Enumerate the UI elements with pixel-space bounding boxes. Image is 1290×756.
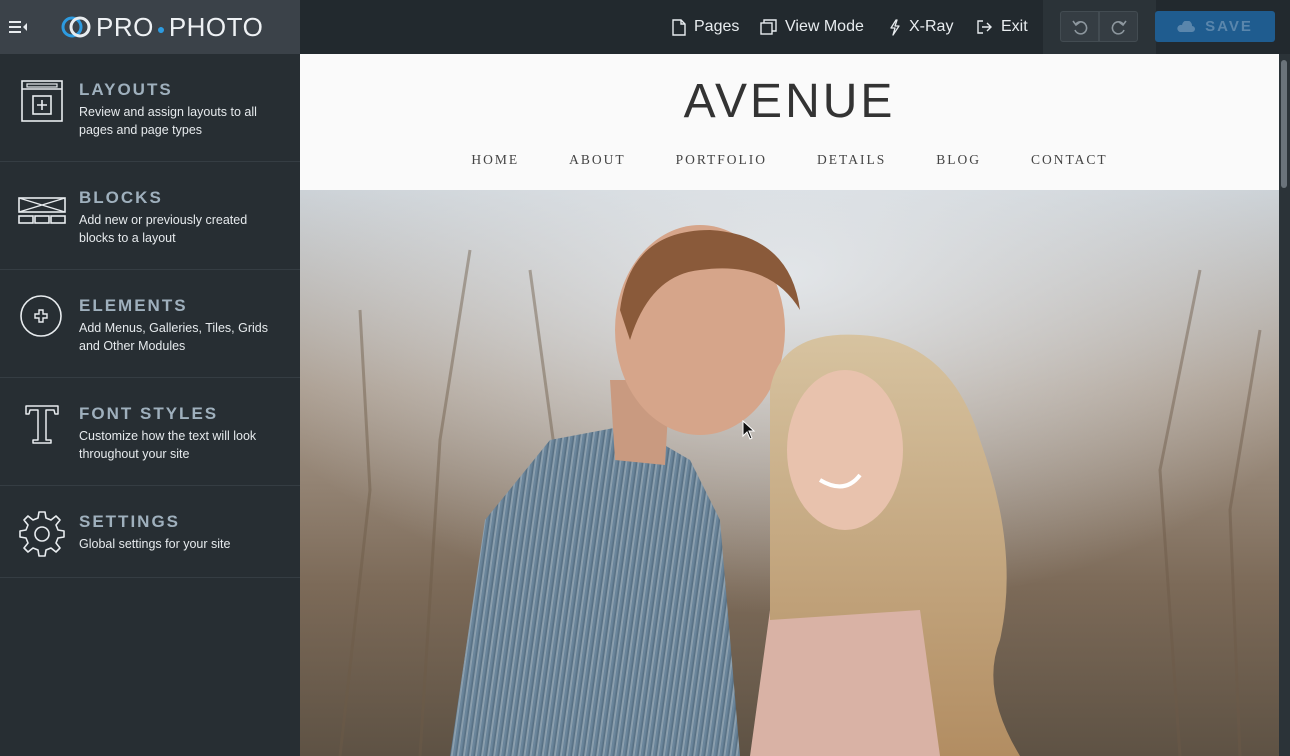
- plus-circle-icon: [20, 295, 62, 337]
- menu-toggle-icon[interactable]: [8, 17, 28, 37]
- redo-icon: [1111, 20, 1127, 35]
- logo-dot-icon: ●: [156, 20, 166, 37]
- serif-t-icon: [25, 405, 59, 444]
- undo-button[interactable]: [1060, 11, 1099, 42]
- blocks-icon: [18, 197, 66, 224]
- pages-button[interactable]: Pages: [672, 0, 739, 54]
- hero-image: [300, 190, 1279, 756]
- site-nav-portfolio[interactable]: PORTFOLIO: [676, 152, 767, 168]
- site-nav-blog[interactable]: BLOG: [936, 152, 981, 168]
- gear-icon: [19, 511, 65, 557]
- save-label: SAVE: [1205, 18, 1253, 35]
- save-button[interactable]: SAVE: [1155, 11, 1275, 42]
- sidebar-item-title: ELEMENTS: [79, 296, 188, 315]
- site-preview[interactable]: AVENUE HOME ABOUT PORTFOLIO DETAILS BLOG…: [300, 54, 1279, 756]
- sidebar: LAYOUTS Review and assign layouts to all…: [0, 54, 300, 756]
- sidebar-item-blocks[interactable]: BLOCKS Add new or previously created blo…: [0, 162, 300, 270]
- site-nav-home[interactable]: HOME: [471, 152, 519, 168]
- scroll-thumb[interactable]: [1281, 60, 1287, 188]
- exit-label: Exit: [1001, 18, 1028, 35]
- cloud-save-icon: [1177, 20, 1196, 32]
- view-mode-label: View Mode: [785, 18, 864, 35]
- site-title: AVENUE: [683, 75, 896, 128]
- history-controls: [1043, 0, 1156, 54]
- view-mode-button[interactable]: View Mode: [760, 0, 864, 54]
- preview-scrollbar[interactable]: [1279, 54, 1290, 756]
- sidebar-item-layouts[interactable]: LAYOUTS Review and assign layouts to all…: [0, 54, 300, 162]
- sidebar-item-title: BLOCKS: [79, 188, 163, 207]
- xray-label: X-Ray: [909, 18, 954, 35]
- prophoto-logo: PRO ● PHOTO: [60, 12, 263, 42]
- mouse-cursor-icon: [742, 420, 756, 440]
- undo-icon: [1071, 20, 1087, 35]
- site-nav-about[interactable]: ABOUT: [569, 152, 626, 168]
- page-icon: [672, 18, 686, 36]
- sidebar-item-title: LAYOUTS: [79, 80, 173, 99]
- sidebar-item-settings[interactable]: SETTINGS Global settings for your site: [0, 486, 300, 578]
- sidebar-item-elements[interactable]: ELEMENTS Add Menus, Galleries, Tiles, Gr…: [0, 270, 300, 378]
- sidebar-item-title: FONT STYLES: [79, 404, 219, 423]
- logo-mark-icon: [61, 16, 91, 38]
- pages-label: Pages: [694, 18, 740, 35]
- sidebar-item-description: Add new or previously created blocks to …: [79, 213, 248, 245]
- sidebar-item-description: Global settings for your site: [79, 537, 231, 551]
- logo-text-left: PRO: [96, 11, 154, 42]
- windows-icon: [760, 19, 777, 35]
- site-nav-contact[interactable]: CONTACT: [1031, 152, 1108, 168]
- exit-button[interactable]: Exit: [976, 0, 1028, 54]
- top-bar: PRO ● PHOTO Pages View Mode X-Ray Exit S…: [0, 0, 1290, 54]
- exit-icon: [977, 20, 992, 34]
- xray-button[interactable]: X-Ray: [889, 0, 953, 54]
- sidebar-item-title: SETTINGS: [79, 512, 181, 531]
- sidebar-item-font-styles[interactable]: FONT STYLES Customize how the text will …: [0, 378, 300, 486]
- sidebar-item-description: Review and assign layouts to all pages a…: [79, 105, 257, 137]
- brand-panel: PRO ● PHOTO: [0, 0, 300, 54]
- lightning-icon: [890, 18, 900, 36]
- site-nav: HOME ABOUT PORTFOLIO DETAILS BLOG CONTAC…: [300, 152, 1279, 168]
- logo-text-right: PHOTO: [168, 11, 264, 42]
- site-nav-details[interactable]: DETAILS: [817, 152, 886, 168]
- layout-add-icon: [21, 80, 63, 122]
- sidebar-item-description: Customize how the text will look through…: [79, 429, 257, 461]
- redo-button[interactable]: [1099, 11, 1138, 42]
- sidebar-item-description: Add Menus, Galleries, Tiles, Grids and O…: [79, 321, 268, 353]
